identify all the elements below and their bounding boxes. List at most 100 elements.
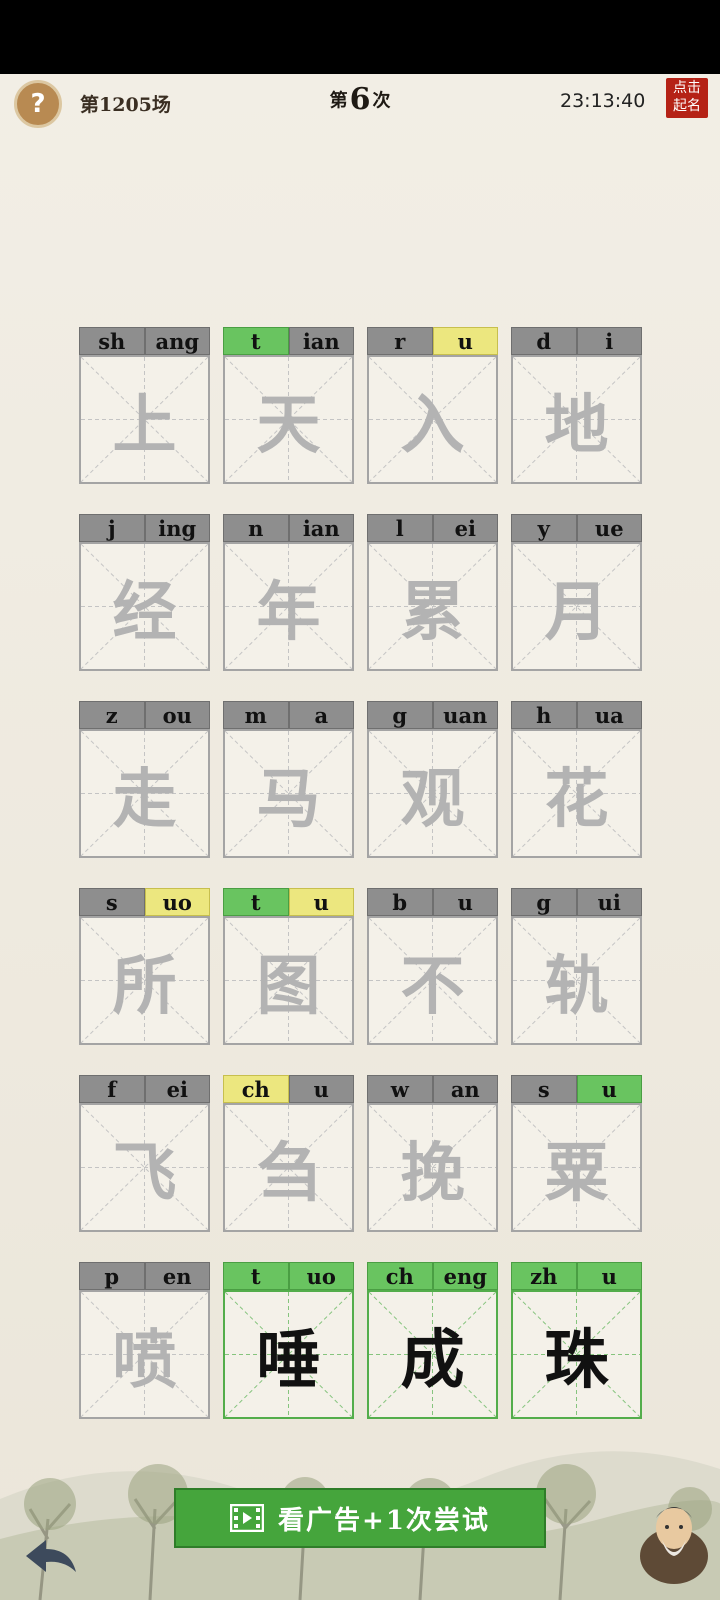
film-icon bbox=[230, 1504, 265, 1532]
tianzige-box: 马 bbox=[223, 729, 354, 858]
character-cell[interactable]: f ei 飞 bbox=[79, 1075, 210, 1232]
character-cell[interactable]: p en 喷 bbox=[79, 1262, 210, 1419]
pinyin-final: eng bbox=[432, 1262, 498, 1290]
pinyin-header: ch u bbox=[223, 1075, 354, 1103]
pinyin-final: u bbox=[576, 1075, 642, 1103]
pinyin-final: a bbox=[288, 701, 354, 729]
pinyin-header: zh u bbox=[511, 1262, 642, 1290]
back-button[interactable] bbox=[22, 1534, 80, 1578]
attempt-prefix: 第 bbox=[329, 90, 348, 112]
tianzige-box: 上 bbox=[79, 355, 210, 484]
character-cell[interactable]: t ian 天 bbox=[223, 327, 354, 484]
character-cell[interactable]: h ua 花 bbox=[511, 701, 642, 858]
hanzi-character: 累 bbox=[400, 574, 465, 650]
character-cell[interactable]: y ue 月 bbox=[511, 514, 642, 671]
naming-seal-button[interactable]: 点击 起名 bbox=[666, 78, 708, 118]
character-cell[interactable]: n ian 年 bbox=[223, 514, 354, 671]
pinyin-header: tu bbox=[223, 888, 354, 916]
character-cell[interactable]: g ui 轨 bbox=[511, 888, 642, 1045]
pinyin-initial: h bbox=[511, 701, 577, 729]
pinyin-header: t uo bbox=[223, 1262, 354, 1290]
pinyin-initial: j bbox=[79, 514, 145, 542]
pinyin-final: ian bbox=[288, 514, 354, 542]
character-cell[interactable]: bu 不 bbox=[367, 888, 498, 1045]
character-cell[interactable]: su 粟 bbox=[511, 1075, 642, 1232]
pinyin-initial: r bbox=[367, 327, 433, 355]
pinyin-initial: m bbox=[223, 701, 289, 729]
hanzi-character: 不 bbox=[400, 948, 465, 1024]
tianzige-box: 经 bbox=[79, 542, 210, 671]
pinyin-final: ou bbox=[144, 701, 210, 729]
pinyin-header: w an bbox=[367, 1075, 498, 1103]
character-cell[interactable]: l ei 累 bbox=[367, 514, 498, 671]
hanzi-character: 挽 bbox=[400, 1135, 465, 1211]
tianzige-box: 粟 bbox=[511, 1103, 642, 1232]
clock: 23:13:40 bbox=[560, 90, 646, 112]
tianzige-box: 月 bbox=[511, 542, 642, 671]
character-cell[interactable]: zh u 珠 bbox=[511, 1262, 642, 1419]
tianzige-box: 走 bbox=[79, 729, 210, 858]
pinyin-final: ue bbox=[576, 514, 642, 542]
pinyin-initial: w bbox=[367, 1075, 433, 1103]
hanzi-character: 入 bbox=[400, 387, 465, 463]
hanzi-character: 天 bbox=[256, 387, 321, 463]
hanzi-character: 唾 bbox=[256, 1322, 321, 1398]
tianzige-box: 珠 bbox=[511, 1290, 642, 1419]
hanzi-character: 图 bbox=[256, 948, 321, 1024]
pinyin-header: j ing bbox=[79, 514, 210, 542]
attempt-suffix: 次 bbox=[372, 90, 391, 112]
pinyin-final: ua bbox=[576, 701, 642, 729]
character-cell[interactable]: di 地 bbox=[511, 327, 642, 484]
pinyin-header: p en bbox=[79, 1262, 210, 1290]
pinyin-header: y ue bbox=[511, 514, 642, 542]
pinyin-final: u bbox=[432, 327, 498, 355]
game-page: ? 第1205场 第6 次 23:13:40 点击 起名 sh ang 上 t ian 天 r… bbox=[0, 74, 720, 1600]
pinyin-final: ui bbox=[576, 888, 642, 916]
pinyin-header: su bbox=[511, 1075, 642, 1103]
hanzi-character: 所 bbox=[112, 948, 177, 1024]
character-cell[interactable]: z ou 走 bbox=[79, 701, 210, 858]
hanzi-character: 地 bbox=[544, 387, 609, 463]
pinyin-header: f ei bbox=[79, 1075, 210, 1103]
hanzi-character: 上 bbox=[112, 387, 177, 463]
watch-ad-extra-try-button[interactable]: 看广告+1次尝试 bbox=[174, 1488, 546, 1548]
character-cell[interactable]: tu 图 bbox=[223, 888, 354, 1045]
sage-avatar-button[interactable] bbox=[636, 1494, 712, 1584]
character-cell[interactable]: ru 入 bbox=[367, 327, 498, 484]
character-cell[interactable]: g uan 观 bbox=[367, 701, 498, 858]
character-cell[interactable]: ch eng 成 bbox=[367, 1262, 498, 1419]
character-cell[interactable]: j ing 经 bbox=[79, 514, 210, 671]
hanzi-character: 成 bbox=[400, 1322, 465, 1398]
pinyin-initial: ch bbox=[223, 1075, 289, 1103]
tianzige-box: 不 bbox=[367, 916, 498, 1045]
tianzige-box: 累 bbox=[367, 542, 498, 671]
hanzi-character: 马 bbox=[256, 761, 321, 837]
tianzige-box: 刍 bbox=[223, 1103, 354, 1232]
tianzige-box: 天 bbox=[223, 355, 354, 484]
pinyin-initial: g bbox=[367, 701, 433, 729]
tianzige-box: 挽 bbox=[367, 1103, 498, 1232]
pinyin-final: an bbox=[432, 1075, 498, 1103]
character-cell[interactable]: ch u 刍 bbox=[223, 1075, 354, 1232]
pinyin-final: ang bbox=[144, 327, 210, 355]
pinyin-initial: f bbox=[79, 1075, 145, 1103]
hanzi-character: 花 bbox=[544, 761, 609, 837]
pinyin-final: i bbox=[576, 327, 642, 355]
attempt-number: 6 bbox=[349, 82, 371, 117]
pinyin-final: en bbox=[144, 1262, 210, 1290]
pinyin-header: bu bbox=[367, 888, 498, 916]
hanzi-character: 走 bbox=[112, 761, 177, 837]
top-bar: ? 第1205场 第6 次 23:13:40 点击 起名 bbox=[0, 74, 720, 134]
character-cell[interactable]: w an 挽 bbox=[367, 1075, 498, 1232]
tianzige-box: 图 bbox=[223, 916, 354, 1045]
character-cell[interactable]: sh ang 上 bbox=[79, 327, 210, 484]
character-cell[interactable]: ma 马 bbox=[223, 701, 354, 858]
back-arrow-icon bbox=[26, 1540, 76, 1572]
pinyin-initial: ch bbox=[367, 1262, 433, 1290]
pinyin-header: sh ang bbox=[79, 327, 210, 355]
pinyin-header: z ou bbox=[79, 701, 210, 729]
pinyin-final: uo bbox=[144, 888, 210, 916]
character-cell[interactable]: t uo 唾 bbox=[223, 1262, 354, 1419]
pinyin-initial: y bbox=[511, 514, 577, 542]
character-cell[interactable]: s uo 所 bbox=[79, 888, 210, 1045]
